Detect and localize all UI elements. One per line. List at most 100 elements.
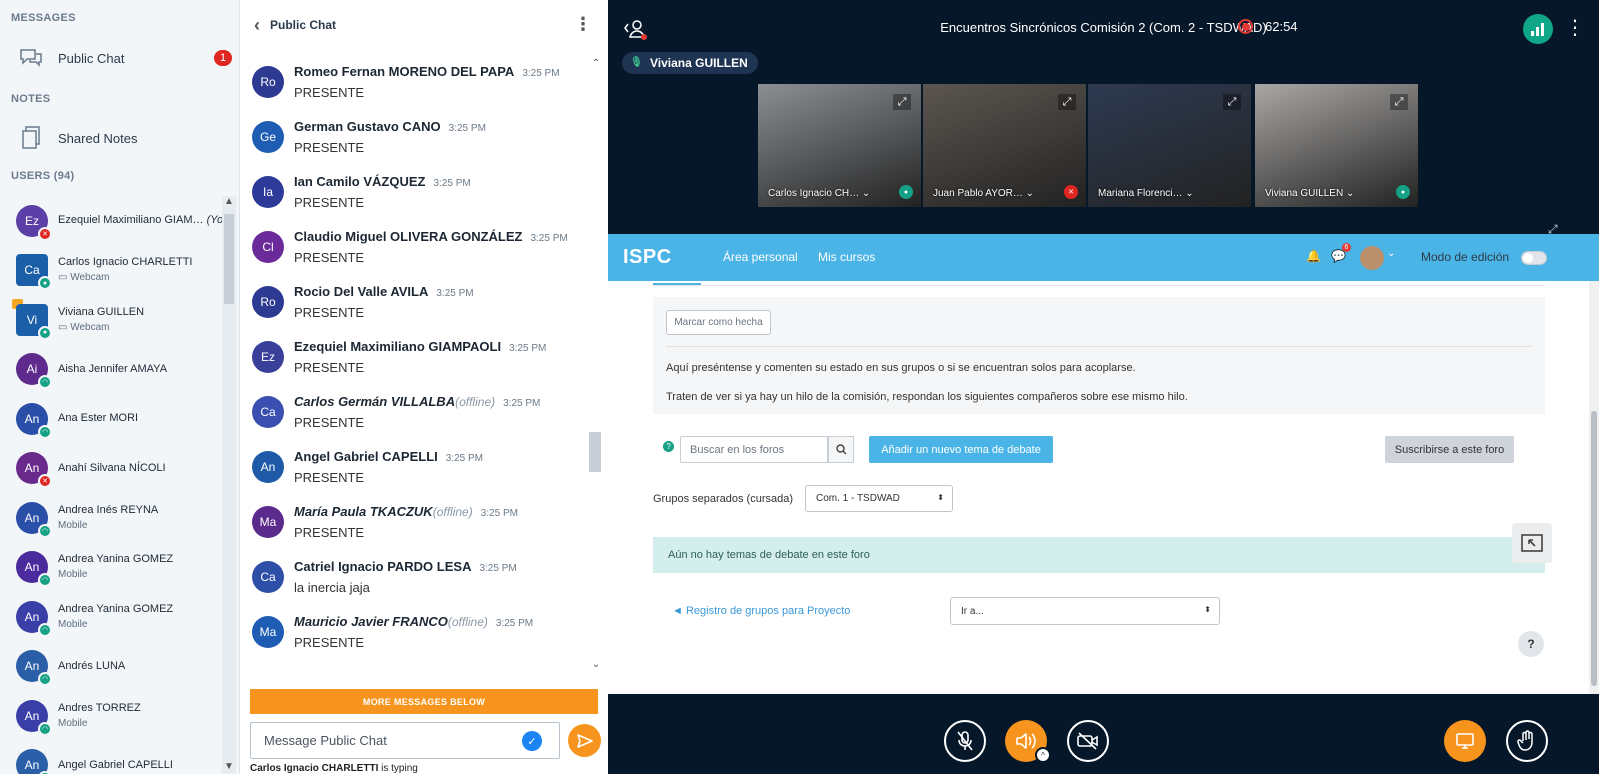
mic-muted-icon: ✕ bbox=[1064, 185, 1078, 199]
public-chat-item[interactable]: Public Chat 1 bbox=[0, 38, 239, 78]
search-icon[interactable] bbox=[828, 436, 854, 463]
scroll-thumb[interactable] bbox=[589, 432, 601, 472]
scroll-thumb[interactable] bbox=[224, 214, 234, 304]
user-list-item[interactable]: An ◠ Andrés LUNA bbox=[0, 642, 222, 692]
user-list-item[interactable]: An ◠ Angel Gabriel CAPELLI bbox=[0, 741, 222, 774]
video-name-label[interactable]: Juan Pablo AYOR… ⌄ bbox=[933, 188, 1034, 199]
user-list-item[interactable]: An ✕ Anahí Silvana NÍCOLI bbox=[0, 444, 222, 494]
user-list-item[interactable]: An ◠ Ana Ester MORI bbox=[0, 394, 222, 444]
message-input[interactable] bbox=[250, 722, 560, 759]
message-time: 3:25 PM bbox=[445, 453, 483, 464]
expand-icon[interactable]: ⤢ bbox=[1058, 94, 1076, 110]
registry-link[interactable]: ◄ Registro de grupos para Proyecto bbox=[672, 605, 850, 617]
message-author: Rocio Del Valle AVILA bbox=[294, 284, 429, 299]
connection-status-button[interactable] bbox=[1523, 14, 1553, 44]
user-list-item[interactable]: An ◠ Andres TORREZ Mobile bbox=[0, 691, 222, 741]
expand-icon[interactable]: ⤢ bbox=[1390, 94, 1408, 110]
video-tile[interactable]: ⤢ Carlos Ignacio CH… ⌄ ● bbox=[758, 84, 921, 207]
messages-icon[interactable]: 💬 6 bbox=[1331, 243, 1351, 263]
message-time: 3:25 PM bbox=[503, 398, 541, 409]
subscribe-button[interactable]: Suscribirse a este foro bbox=[1385, 436, 1514, 463]
user-list-item[interactable]: An ◠ Andrea Yanina GOMEZ Mobile bbox=[0, 592, 222, 642]
video-name-label[interactable]: Mariana Florenci… ⌄ bbox=[1098, 188, 1194, 199]
meeting-area: Encuentros Sincrónicos Comisión 2 (Com. … bbox=[608, 0, 1599, 774]
user-name: Andrea Yanina GOMEZ bbox=[58, 553, 174, 566]
video-tile[interactable]: ⤢ Viviana GUILLEN ⌄ ● bbox=[1255, 84, 1418, 207]
scroll-thumb[interactable] bbox=[1591, 411, 1597, 686]
nav-link-area-personal[interactable]: Área personal bbox=[723, 250, 798, 264]
video-tile[interactable]: ⤢ Juan Pablo AYOR… ⌄ ✕ bbox=[923, 84, 1086, 207]
chat-scrollbar[interactable]: ⌃ ⌄ bbox=[586, 58, 602, 674]
message-text: PRESENTE bbox=[294, 360, 365, 375]
message-time: 3:25 PM bbox=[479, 563, 517, 574]
presentation-scrollbar[interactable] bbox=[1589, 281, 1599, 694]
scroll-down-icon[interactable]: ⌄ bbox=[589, 659, 603, 670]
chat-bubbles-icon bbox=[18, 45, 44, 71]
video-name-label[interactable]: Carlos Ignacio CH… ⌄ bbox=[768, 188, 870, 199]
expand-icon[interactable]: ⤢ bbox=[1223, 94, 1241, 110]
recording-indicator[interactable]: 62:54 bbox=[1238, 19, 1298, 34]
help-button[interactable]: ? bbox=[1518, 631, 1544, 657]
video-name-label[interactable]: Viviana GUILLEN ⌄ bbox=[1265, 188, 1354, 199]
typing-suffix: is typing bbox=[378, 763, 418, 774]
user-list-item[interactable]: Ai ◠ Aisha Jennifer AMAYA bbox=[0, 345, 222, 395]
message-text: PRESENTE bbox=[294, 470, 365, 485]
send-button[interactable] bbox=[568, 724, 601, 757]
message-author: Claudio Miguel OLIVERA GONZÁLEZ bbox=[294, 229, 523, 244]
shared-notes-item[interactable]: Shared Notes bbox=[0, 118, 239, 158]
restore-presentation-button[interactable] bbox=[1512, 523, 1552, 563]
avatar-initials: An bbox=[24, 758, 40, 773]
user-avatar[interactable] bbox=[1360, 246, 1384, 270]
typing-user: Carlos Ignacio CHARLETTI bbox=[250, 763, 379, 774]
raise-hand-button[interactable] bbox=[1506, 720, 1548, 762]
message-time: 3:25 PM bbox=[480, 508, 518, 519]
bell-icon[interactable]: 🔔 bbox=[1306, 249, 1321, 263]
avatar-initials: Ma bbox=[259, 625, 277, 639]
user-list-scrollbar[interactable]: ▲ ▼ bbox=[222, 196, 236, 774]
user-subtitle: Webcam bbox=[70, 272, 110, 284]
chat-panel: ‹ Public Chat ⋮ Ro Romeo Fernan MORENO D… bbox=[240, 0, 608, 774]
users-list: Ez ✕ Ezequiel Maximiliano GIAM… (You) Ca… bbox=[0, 196, 222, 774]
edit-mode-toggle[interactable] bbox=[1521, 251, 1547, 265]
scroll-up-icon[interactable]: ⌃ bbox=[589, 58, 603, 69]
mute-mic-button[interactable] bbox=[944, 720, 986, 762]
divider bbox=[653, 285, 1545, 286]
hand-icon bbox=[1517, 730, 1533, 751]
chevron-down-icon[interactable]: ⌄ bbox=[1387, 248, 1395, 259]
goto-select[interactable]: Ir a... ⬍ bbox=[950, 597, 1220, 625]
avatar-initials: Ai bbox=[26, 362, 38, 377]
nav-link-mis-cursos[interactable]: Mis cursos bbox=[818, 250, 875, 264]
webcam-button[interactable] bbox=[1067, 720, 1109, 762]
send-icon bbox=[576, 733, 593, 748]
video-tile[interactable]: ⤢ Mariana Florenci… ⌄ bbox=[1088, 84, 1251, 207]
user-list-item[interactable]: An ◠ Andrea Yanina GOMEZ Mobile bbox=[0, 543, 222, 593]
talking-indicator: 🎙 Viviana GUILLEN bbox=[622, 52, 758, 74]
user-name: Viviana GUILLEN bbox=[58, 305, 145, 318]
avatar-initials: Vi bbox=[26, 312, 38, 327]
add-topic-button[interactable]: Añadir un nuevo tema de debate bbox=[869, 436, 1053, 463]
back-chevron-icon[interactable]: ‹ bbox=[254, 15, 260, 36]
avatar-initials: An bbox=[24, 510, 40, 525]
recording-time: 62:54 bbox=[1265, 19, 1298, 34]
groups-select[interactable]: Com. 1 - TSDWAD ⬍ bbox=[805, 485, 953, 512]
user-list-item[interactable]: Ez ✕ Ezequiel Maximiliano GIAM… (You) bbox=[0, 196, 222, 246]
mark-done-button[interactable]: Marcar como hecha bbox=[666, 310, 771, 335]
forum-search-input[interactable] bbox=[680, 436, 828, 463]
share-screen-button[interactable] bbox=[1444, 720, 1486, 762]
options-menu-icon[interactable]: ⋮ bbox=[1565, 15, 1585, 40]
chat-options-icon[interactable]: ⋮ bbox=[574, 14, 592, 35]
message-author: Angel Gabriel CAPELLI bbox=[294, 449, 438, 464]
microphone-icon: ● bbox=[1396, 185, 1410, 199]
expand-icon[interactable]: ⤢ bbox=[893, 94, 911, 110]
message-text: PRESENTE bbox=[294, 525, 365, 540]
microphone-icon: 🎙 bbox=[630, 57, 643, 68]
scroll-down-icon[interactable]: ▼ bbox=[222, 761, 236, 772]
more-messages-button[interactable]: MORE MESSAGES BELOW bbox=[250, 689, 598, 714]
help-icon[interactable]: ? bbox=[663, 441, 674, 452]
scroll-up-icon[interactable]: ▲ bbox=[222, 196, 236, 207]
user-list-item[interactable]: Ca ● Carlos Ignacio CHARLETTI ▭ Webcam bbox=[0, 246, 222, 296]
chevron-up-icon[interactable]: ^ bbox=[1035, 747, 1051, 763]
user-list-item[interactable]: An ◠ Andrea Inés REYNA Mobile bbox=[0, 493, 222, 543]
user-list-item[interactable]: Vi ● Viviana GUILLEN ▭ Webcam bbox=[0, 295, 222, 345]
check-icon: ✓ bbox=[522, 731, 542, 751]
